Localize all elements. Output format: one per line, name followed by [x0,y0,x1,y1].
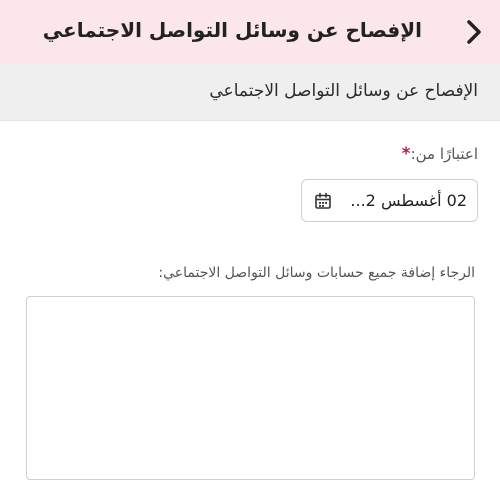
app-header: الإفصاح عن وسائل التواصل الاجتماعي [0,0,500,64]
effective-date-picker[interactable]: 02 أغسطس 2... [301,179,478,222]
date-value: 02 أغسطس 2... [350,191,467,210]
section-header: الإفصاح عن وسائل التواصل الاجتماعي [0,64,500,121]
social-accounts-textarea[interactable] [26,296,475,480]
date-label-text: اعتبارًا من: [410,145,478,163]
date-field-label: اعتبارًا من:* [402,144,478,164]
page-title: الإفصاح عن وسائل التواصل الاجتماعي [42,18,422,42]
accounts-field-label: الرجاء إضافة جميع حسابات وسائل التواصل ا… [158,265,475,281]
calendar-icon [315,192,331,209]
section-title: الإفصاح عن وسائل التواصل الاجتماعي [209,81,478,101]
chevron-right-icon [467,20,481,44]
required-marker: * [401,144,411,164]
back-button[interactable] [462,18,486,46]
